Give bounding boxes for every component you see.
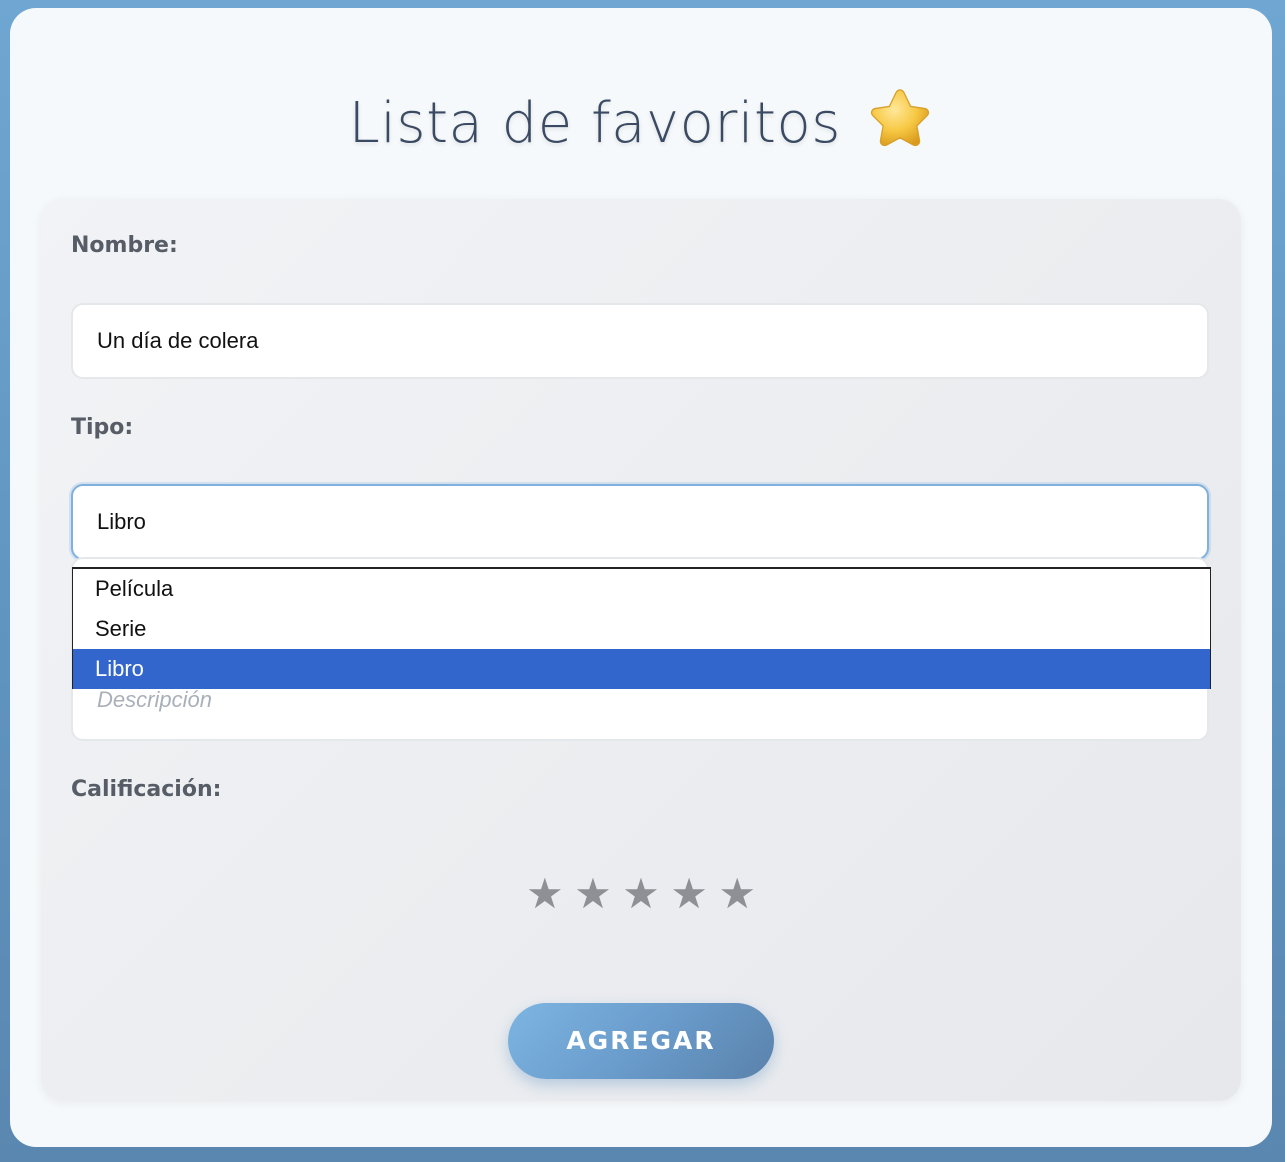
rating-star-1-icon[interactable]: ★	[526, 869, 564, 919]
rating-star-4-icon[interactable]: ★	[670, 869, 708, 919]
rating-stars: ★ ★ ★ ★ ★	[41, 869, 1241, 919]
agregar-button[interactable]: AGREGAR	[508, 1003, 774, 1079]
rating-star-3-icon[interactable]: ★	[622, 869, 660, 919]
tipo-option-libro[interactable]: Libro	[73, 649, 1210, 689]
calificacion-label: Calificación:	[71, 777, 222, 802]
nombre-input[interactable]: Un día de colera	[71, 303, 1209, 379]
tipo-dropdown-list: Película Serie Libro	[72, 567, 1211, 689]
nombre-value: Un día de colera	[97, 328, 259, 353]
page-title: Lista de favoritos	[348, 90, 841, 156]
rating-star-5-icon[interactable]: ★	[718, 869, 756, 919]
tipo-selected-value: Libro	[97, 509, 146, 534]
header: Lista de favoritos	[10, 89, 1272, 180]
descripcion-placeholder: Descripción	[97, 687, 212, 712]
nombre-label: Nombre:	[71, 233, 178, 258]
tipo-option-pelicula[interactable]: Película	[73, 569, 1210, 609]
favorites-card: Lista de favoritos Nombre: Un día de col…	[10, 8, 1272, 1147]
tipo-option-serie[interactable]: Serie	[73, 609, 1210, 649]
rating-star-2-icon[interactable]: ★	[574, 869, 612, 919]
star-icon	[871, 89, 930, 147]
tipo-label: Tipo:	[71, 415, 134, 440]
tipo-select[interactable]: Libro	[71, 484, 1209, 560]
favorite-form: Nombre: Un día de colera Tipo: Libro Des…	[41, 199, 1241, 1101]
